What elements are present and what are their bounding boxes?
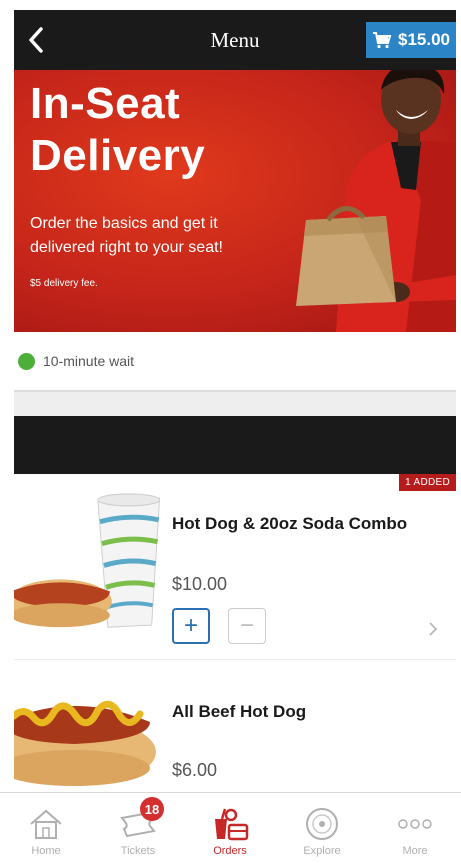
tab-orders[interactable]: Orders [184,793,276,863]
delivery-person-illustration [296,70,456,332]
tab-tickets[interactable]: 18 Tickets [92,793,184,863]
back-chevron-icon [29,27,43,53]
tab-label: Home [31,845,61,857]
cart-icon [373,32,392,49]
delivery-fee-note: $5 delivery fee. [30,278,98,289]
tab-label: Tickets [120,845,156,857]
item-price: $6.00 [172,760,218,780]
explore-icon [302,805,342,843]
wait-time-row: 10-minute wait [14,332,456,390]
back-button[interactable] [14,10,58,70]
tab-label: Explore [303,845,341,857]
tickets-count-badge: 18 [140,797,164,821]
item-name: Hot Dog & 20oz Soda Combo [172,514,408,533]
hero-title-line2: Delivery [30,131,206,180]
chevron-right-icon[interactable] [426,622,440,636]
hero-title: In-Seat Delivery [30,78,205,182]
home-icon [26,805,66,843]
tab-label: Orders [213,845,247,857]
bottom-tab-bar: Home 18 Tickets Orders Explore More [0,792,461,863]
tab-explore[interactable]: Explore [276,793,368,863]
item-price: $10.00 [172,574,228,594]
item-name: All Beef Hot Dog [172,702,307,721]
menu-section-header [14,416,456,474]
hero-banner: In-Seat Delivery Order the basics and ge… [14,70,456,332]
tab-home[interactable]: Home [0,793,92,863]
menu-item-list: 1 ADDED Hot Dog & 20oz Soda Combo $10.00… [14,474,456,792]
cart-total: $15.00 [398,30,450,49]
hero-title-line1: In-Seat [30,79,181,128]
added-count-badge: 1 ADDED [399,474,456,491]
wait-status-indicator [18,352,35,370]
ticket-icon: 18 [118,797,164,843]
hotdog-soda-combo-image [14,493,161,628]
food-order-icon [210,805,250,843]
decrease-quantity-button[interactable]: − [228,608,266,644]
status-strip [0,0,461,10]
section-divider [14,390,456,416]
tab-label: More [402,845,428,857]
hot-dog-image [14,700,156,786]
wait-time-text: 10-minute wait [43,353,135,369]
nav-bar: Menu $15.00 [14,10,456,70]
tab-more[interactable]: More [369,793,461,863]
hero-subtitle: Order the basics and get it delivered ri… [30,215,223,256]
cart-button[interactable]: $15.00 [366,22,456,58]
increase-quantity-button[interactable]: + [172,608,210,644]
more-dots-icon [395,805,435,843]
menu-item-hot-dog[interactable]: All Beef Hot Dog $6.00 [14,660,456,792]
menu-item-combo[interactable]: 1 ADDED Hot Dog & 20oz Soda Combo $10.00… [14,474,456,660]
